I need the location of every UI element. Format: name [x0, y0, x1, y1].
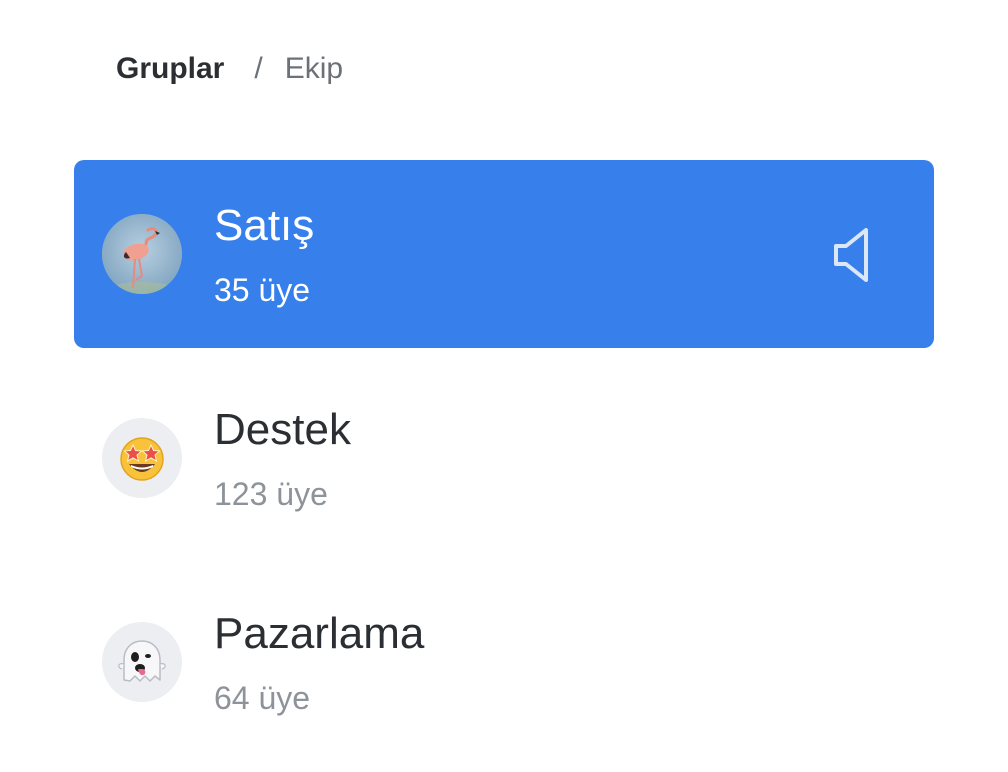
group-member-count: 123 üye	[214, 476, 328, 512]
ghost-emoji-icon	[118, 640, 166, 682]
group-avatar	[102, 622, 182, 702]
group-item-satis[interactable]: Satış 35 üye	[74, 160, 934, 348]
breadcrumb-groups-link[interactable]: Gruplar	[116, 50, 224, 88]
group-item-destek[interactable]: Destek 123 üye	[74, 364, 934, 552]
group-item-pazarlama[interactable]: Pazarlama 64 üye	[74, 568, 934, 756]
group-member-count: 64 üye	[214, 680, 311, 716]
group-name: Destek	[214, 405, 351, 454]
group-avatar	[102, 418, 182, 498]
breadcrumb: Gruplar / Ekip	[116, 50, 343, 88]
breadcrumb-current: Ekip	[284, 52, 344, 85]
star-struck-emoji-icon	[120, 437, 164, 481]
flamingo-icon	[102, 214, 182, 294]
muted-speaker-icon[interactable]	[832, 226, 874, 284]
group-name: Pazarlama	[214, 609, 425, 658]
group-list: Satış 35 üye Destek 123 üye Pazarlama 64…	[74, 160, 934, 772]
group-member-count: 35 üye	[214, 272, 311, 308]
group-name: Satış	[214, 201, 315, 250]
breadcrumb-separator: /	[254, 52, 263, 85]
group-avatar	[102, 214, 182, 294]
